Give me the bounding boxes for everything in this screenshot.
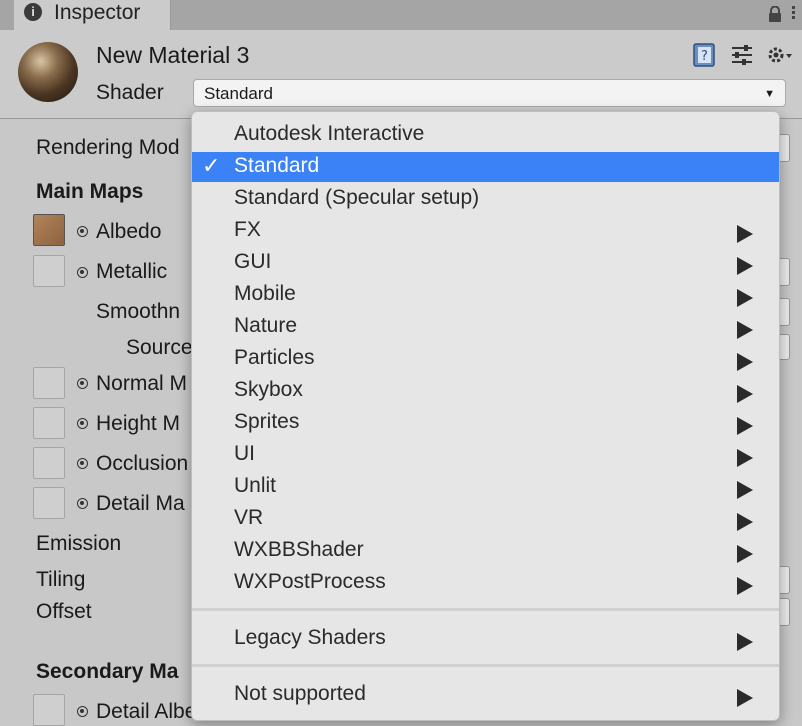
menu-item-label: Standard bbox=[234, 154, 320, 177]
detail-albedo-texture-slot[interactable] bbox=[33, 694, 65, 726]
detail-mask-texture-slot[interactable] bbox=[33, 487, 65, 519]
normal-map-texture-slot[interactable] bbox=[33, 367, 65, 399]
menu-item-label: VR bbox=[234, 506, 264, 529]
checkmark-icon: ✓ bbox=[202, 153, 221, 178]
metallic-texture-slot[interactable] bbox=[33, 255, 65, 287]
menu-item-label: Unlit bbox=[234, 474, 277, 497]
detail-mask-label: Detail Ma bbox=[96, 492, 185, 515]
submenu-arrow-icon bbox=[737, 633, 753, 651]
submenu-arrow-icon bbox=[737, 353, 753, 371]
tiling-label: Tiling bbox=[36, 568, 86, 591]
menu-item-label: Particles bbox=[234, 346, 315, 369]
metallic-label: Metallic bbox=[96, 260, 168, 283]
menu-item-label: GUI bbox=[234, 250, 272, 273]
submenu-arrow-icon bbox=[737, 257, 753, 275]
menu-item-wxpostprocess[interactable]: WXPostProcess bbox=[192, 568, 779, 598]
material-preview-sphere bbox=[18, 42, 78, 102]
object-picker-icon[interactable] bbox=[77, 378, 88, 389]
menu-item-label: Not supported bbox=[234, 682, 366, 705]
height-map-label: Height M bbox=[96, 412, 181, 435]
menu-separator bbox=[192, 664, 779, 667]
menu-item-label: Sprites bbox=[234, 410, 300, 433]
emission-label: Emission bbox=[36, 532, 122, 555]
menu-item-wxbbshader[interactable]: WXBBShader bbox=[192, 536, 779, 566]
occlusion-texture-slot[interactable] bbox=[33, 447, 65, 479]
offset-label: Offset bbox=[36, 600, 92, 623]
shader-dropdown[interactable]: Standard ▼ bbox=[193, 79, 786, 107]
occlusion-label: Occlusion bbox=[96, 452, 189, 475]
shader-label: Shader bbox=[96, 81, 164, 104]
submenu-arrow-icon bbox=[737, 321, 753, 339]
menu-item-label: Legacy Shaders bbox=[234, 626, 386, 649]
info-icon: i bbox=[24, 3, 42, 21]
menu-item-label: Nature bbox=[234, 314, 298, 337]
menu-item-standard[interactable]: ✓ Standard bbox=[192, 152, 779, 182]
source-label: Source bbox=[126, 336, 193, 359]
menu-item-label: FX bbox=[234, 218, 261, 241]
menu-item-label: Mobile bbox=[234, 282, 296, 305]
menu-item-label: Standard (Specular setup) bbox=[234, 186, 480, 209]
menu-item-skybox[interactable]: Skybox bbox=[192, 376, 779, 406]
menu-item-vr[interactable]: VR bbox=[192, 504, 779, 534]
object-picker-icon[interactable] bbox=[77, 267, 88, 278]
more-options-icon[interactable] bbox=[786, 4, 800, 24]
help-book-icon[interactable]: ? bbox=[692, 43, 716, 67]
menu-item-gui[interactable]: GUI bbox=[192, 248, 779, 278]
tab-title: Inspector bbox=[54, 1, 141, 24]
submenu-arrow-icon bbox=[737, 545, 753, 563]
menu-item-label: WXPostProcess bbox=[234, 570, 386, 593]
submenu-arrow-icon bbox=[737, 289, 753, 307]
smoothness-label: Smoothn bbox=[96, 300, 181, 323]
menu-item-label: Skybox bbox=[234, 378, 303, 401]
object-picker-icon[interactable] bbox=[77, 418, 88, 429]
preset-sliders-icon[interactable] bbox=[730, 43, 754, 67]
material-header: New Material 3 Shader Standard ▼ ? bbox=[0, 30, 802, 119]
tab-bar: i Inspector bbox=[0, 0, 802, 30]
albedo-label: Albedo bbox=[96, 220, 162, 243]
object-picker-icon[interactable] bbox=[77, 458, 88, 469]
menu-item-standard-specular-setup[interactable]: Standard (Specular setup) bbox=[192, 184, 779, 214]
main-maps-heading: Main Maps bbox=[36, 180, 144, 203]
submenu-arrow-icon bbox=[737, 385, 753, 403]
menu-item-ui[interactable]: UI bbox=[192, 440, 779, 470]
svg-text:?: ? bbox=[701, 49, 708, 64]
shader-value: Standard bbox=[204, 84, 273, 103]
material-name: New Material 3 bbox=[96, 42, 250, 68]
menu-item-autodesk-interactive[interactable]: Autodesk Interactive bbox=[192, 120, 779, 150]
object-picker-icon[interactable] bbox=[77, 498, 88, 509]
menu-item-fx[interactable]: FX bbox=[192, 216, 779, 246]
menu-item-particles[interactable]: Particles bbox=[192, 344, 779, 374]
menu-item-label: Autodesk Interactive bbox=[234, 122, 425, 145]
menu-item-legacy-shaders[interactable]: Legacy Shaders bbox=[192, 624, 779, 654]
submenu-arrow-icon bbox=[737, 449, 753, 467]
submenu-arrow-icon bbox=[737, 577, 753, 595]
rendering-mode-label: Rendering Mod bbox=[36, 136, 180, 159]
lock-icon[interactable] bbox=[768, 6, 782, 22]
submenu-arrow-icon bbox=[737, 513, 753, 531]
menu-item-not-supported[interactable]: Not supported bbox=[192, 680, 779, 710]
menu-item-label: WXBBShader bbox=[234, 538, 364, 561]
secondary-maps-heading: Secondary Ma bbox=[36, 660, 179, 683]
object-picker-icon[interactable] bbox=[77, 226, 88, 237]
menu-item-unlit[interactable]: Unlit bbox=[192, 472, 779, 502]
menu-item-nature[interactable]: Nature bbox=[192, 312, 779, 342]
submenu-arrow-icon bbox=[737, 689, 753, 707]
menu-separator bbox=[192, 608, 779, 611]
tab-inspector[interactable]: i Inspector bbox=[14, 0, 171, 30]
object-picker-icon[interactable] bbox=[77, 706, 88, 717]
height-map-texture-slot[interactable] bbox=[33, 407, 65, 439]
submenu-arrow-icon bbox=[737, 417, 753, 435]
chevron-down-icon: ▼ bbox=[764, 88, 775, 100]
menu-item-label: UI bbox=[234, 442, 255, 465]
menu-item-sprites[interactable]: Sprites bbox=[192, 408, 779, 438]
gear-icon[interactable] bbox=[766, 43, 794, 67]
submenu-arrow-icon bbox=[737, 481, 753, 499]
submenu-arrow-icon bbox=[737, 225, 753, 243]
albedo-texture-slot[interactable] bbox=[33, 214, 65, 246]
normal-map-label: Normal M bbox=[96, 372, 188, 395]
shader-dropdown-menu: Autodesk Interactive ✓ Standard Standard (S… bbox=[191, 111, 780, 721]
menu-item-mobile[interactable]: Mobile bbox=[192, 280, 779, 310]
